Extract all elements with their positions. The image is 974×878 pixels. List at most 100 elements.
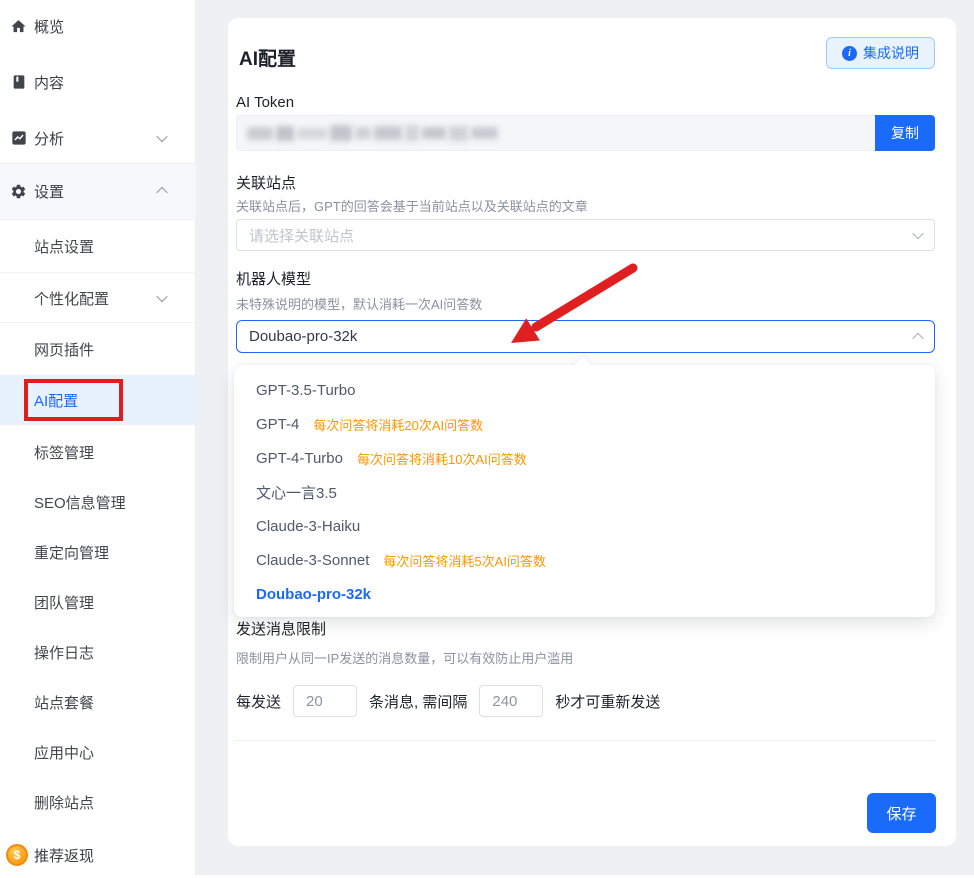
dropdown-option-claude-3-sonnet[interactable]: Claude-3-Sonnet 每次问答将消耗5次AI问答数 <box>234 543 935 577</box>
sidebar-item-redirect[interactable]: 重定向管理 <box>0 527 196 577</box>
chart-icon <box>10 130 27 147</box>
option-name: GPT-3.5-Turbo <box>256 382 355 399</box>
sidebar-item-content[interactable]: 内容 <box>0 62 196 102</box>
limit-middle-text: 条消息, 需间隔 <box>369 691 467 712</box>
dropdown-option-gpt-4[interactable]: GPT-4 每次问答将消耗20次AI问答数 <box>234 407 935 441</box>
sidebar-item-label: 分析 <box>34 128 64 149</box>
gear-icon <box>10 183 27 200</box>
sidebar-item-overview[interactable]: 概览 <box>0 6 196 46</box>
token-blur <box>374 126 402 140</box>
sidebar-item-personalization[interactable]: 个性化配置 <box>0 274 196 323</box>
sidebar-item-label: 重定向管理 <box>34 542 109 563</box>
sidebar-item-label: 设置 <box>34 181 64 202</box>
chevron-up-icon <box>912 332 923 343</box>
dropdown-option-gpt-4-turbo[interactable]: GPT-4-Turbo 每次问答将消耗10次AI问答数 <box>234 441 935 475</box>
option-name: 文心一言3.5 <box>256 482 337 503</box>
dropdown-option-wenxin-3-5[interactable]: 文心一言3.5 <box>234 475 935 509</box>
sidebar-item-seo-info[interactable]: SEO信息管理 <box>0 477 196 527</box>
sidebar-item-settings[interactable]: 设置 <box>0 171 196 211</box>
sidebar-item-label: 概览 <box>34 16 64 37</box>
message-limit-row: 每发送 条消息, 需间隔 秒才可重新发送 <box>236 685 660 717</box>
model-label: 机器人模型 <box>236 268 311 289</box>
token-blur <box>247 127 273 140</box>
option-note: 每次问答将消耗20次AI问答数 <box>313 415 483 434</box>
sidebar: 概览 内容 分析 设置 站点设置 个性化配置 网页插件 AI配置 标签管理 SE <box>0 0 196 875</box>
copy-button[interactable]: 复制 <box>875 115 935 151</box>
token-blur <box>330 125 352 141</box>
sidebar-item-label: 团队管理 <box>34 592 94 613</box>
chevron-down-icon <box>912 228 923 239</box>
ai-token-field[interactable] <box>236 115 875 151</box>
sidebar-item-label: SEO信息管理 <box>34 492 126 513</box>
option-name: Claude-3-Sonnet <box>256 552 369 569</box>
sidebar-item-label: 操作日志 <box>34 642 94 663</box>
dropdown-option-gpt-3-5-turbo[interactable]: GPT-3.5-Turbo <box>234 373 935 407</box>
limit-prefix-text: 每发送 <box>236 691 281 712</box>
sidebar-item-ai-config[interactable]: AI配置 <box>0 375 196 425</box>
option-name: Claude-3-Haiku <box>256 518 360 535</box>
page-title: AI配置 <box>239 44 296 71</box>
option-name: GPT-4 <box>256 416 299 433</box>
limit-suffix-text: 秒才可重新发送 <box>555 691 660 712</box>
integration-guide-label: 集成说明 <box>863 43 919 63</box>
sidebar-item-app-center[interactable]: 应用中心 <box>0 727 196 777</box>
related-site-select[interactable]: 请选择关联站点 <box>236 219 935 251</box>
sidebar-item-team[interactable]: 团队管理 <box>0 577 196 627</box>
chevron-up-icon <box>156 187 167 198</box>
message-count-input[interactable] <box>293 685 357 717</box>
related-site-desc: 关联站点后，GPT的回答会基于当前站点以及关联站点的文章 <box>236 196 588 215</box>
interval-seconds-input[interactable] <box>479 685 543 717</box>
sidebar-item-label: 内容 <box>34 72 64 93</box>
option-note: 每次问答将消耗10次AI问答数 <box>357 449 527 468</box>
ai-token-group: 复制 <box>236 115 935 151</box>
dropdown-option-doubao-pro-32k[interactable]: Doubao-pro-32k <box>234 577 935 611</box>
model-desc: 未特殊说明的模型，默认消耗一次AI问答数 <box>236 294 482 313</box>
sidebar-item-site-plan[interactable]: 站点套餐 <box>0 677 196 727</box>
sidebar-item-label: 站点设置 <box>34 236 94 257</box>
sidebar-item-tag-management[interactable]: 标签管理 <box>0 427 196 477</box>
token-blur <box>355 127 371 139</box>
ai-token-label: AI Token <box>236 94 294 111</box>
token-blur <box>276 126 294 141</box>
sidebar-item-label: 应用中心 <box>34 742 94 763</box>
option-note: 每次问答将消耗5次AI问答数 <box>383 551 546 570</box>
token-blur <box>471 127 498 139</box>
chevron-down-icon <box>156 291 167 302</box>
sidebar-item-web-plugin[interactable]: 网页插件 <box>0 324 196 374</box>
sidebar-item-label: 网页插件 <box>34 339 94 360</box>
sidebar-item-analytics[interactable]: 分析 <box>0 118 196 158</box>
token-blur <box>422 127 446 139</box>
model-dropdown-panel: GPT-3.5-Turbo GPT-4 每次问答将消耗20次AI问答数 GPT-… <box>234 365 935 617</box>
related-site-label: 关联站点 <box>236 172 296 193</box>
sidebar-item-operation-log[interactable]: 操作日志 <box>0 627 196 677</box>
footer-divider <box>236 740 935 741</box>
option-name: GPT-4-Turbo <box>256 450 343 467</box>
integration-guide-button[interactable]: i 集成说明 <box>826 37 935 69</box>
book-icon <box>10 74 27 91</box>
sidebar-item-label: 删除站点 <box>34 792 94 813</box>
home-icon <box>10 18 27 35</box>
chevron-down-icon <box>156 131 167 142</box>
option-name: Doubao-pro-32k <box>256 586 371 603</box>
token-blur <box>449 126 468 141</box>
sidebar-item-referral-cashback[interactable]: $ 推荐返现 <box>0 832 196 878</box>
model-select-value: Doubao-pro-32k <box>249 328 357 345</box>
main-area: AI配置 i 集成说明 AI Token 复制 关联站点 关联站点后，GPT的回… <box>196 0 974 875</box>
sidebar-item-label: AI配置 <box>34 390 78 411</box>
sidebar-item-label: 推荐返现 <box>34 845 94 866</box>
related-site-placeholder: 请选择关联站点 <box>249 225 354 246</box>
sidebar-item-label: 个性化配置 <box>34 288 109 309</box>
sidebar-item-delete-site[interactable]: 删除站点 <box>0 777 196 827</box>
sidebar-item-label: 站点套餐 <box>34 692 94 713</box>
sidebar-item-label: 标签管理 <box>34 442 94 463</box>
message-limit-label: 发送消息限制 <box>236 618 326 639</box>
token-blur <box>297 128 327 139</box>
save-button[interactable]: 保存 <box>867 793 936 833</box>
info-icon: i <box>842 46 857 61</box>
message-limit-desc: 限制用户从同一IP发送的消息数量，可以有效防止用户滥用 <box>236 648 573 667</box>
token-blur <box>405 125 419 141</box>
dropdown-option-claude-3-haiku[interactable]: Claude-3-Haiku <box>234 509 935 543</box>
sidebar-item-site-settings[interactable]: 站点设置 <box>0 220 196 273</box>
model-select[interactable]: Doubao-pro-32k <box>236 320 935 353</box>
dollar-coin-icon: $ <box>6 844 28 866</box>
